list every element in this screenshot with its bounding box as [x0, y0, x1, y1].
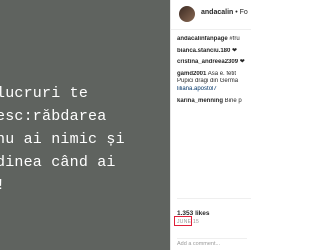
comment-item: Pupici dragi din Germa: [177, 78, 251, 86]
quote-line: lucruri te: [0, 85, 89, 102]
follow-button[interactable]: Fo: [240, 9, 248, 16]
comment-text: Asa e. fetit: [206, 70, 237, 77]
mention-link[interactable]: liliana.apostol7: [177, 86, 217, 92]
quote-line: !: [0, 174, 170, 197]
comments-list: andacalinfanpage #fru bianca.stanciu.180…: [177, 36, 251, 105]
comment-text: Pupici dragi din Germa: [177, 78, 239, 85]
date-highlight-box: [174, 216, 192, 226]
comment-item: cristina_andreea2309 ❤: [177, 59, 251, 67]
comment-username[interactable]: cristina_andreea2309: [177, 59, 238, 65]
quote-line: esc:răbdarea: [0, 108, 107, 125]
comment-text: ❤: [238, 59, 245, 66]
comment-username[interactable]: gamd2001: [177, 71, 206, 77]
quote-line: dinea când ai: [0, 154, 116, 171]
comment-item: liliana.apostol7: [177, 86, 251, 94]
post-image[interactable]: lucruri te esc:răbdarea nu ai nimic și d…: [0, 0, 170, 250]
quote-text: lucruri te esc:răbdarea nu ai nimic și d…: [0, 82, 170, 197]
comment-item: bianca.stanciu.180 ❤: [177, 48, 251, 56]
quote-line: nu ai nimic și: [0, 131, 125, 148]
comment-item: karina_menning Bine p: [177, 98, 251, 106]
header-username-row: andacalin • Fo: [201, 9, 248, 16]
comment-username[interactable]: andacalinfanpage: [177, 36, 228, 42]
comment-username[interactable]: bianca.stanciu.180: [177, 48, 230, 54]
comment-item: gamd2001 Asa e. fetit: [177, 71, 251, 79]
comment-text: Bine p: [223, 97, 242, 104]
username-link[interactable]: andacalin: [201, 9, 233, 16]
comment-text: ❤: [230, 47, 238, 54]
comment-text: #fru: [227, 36, 240, 42]
add-comment-field[interactable]: Add a comment...: [177, 238, 247, 247]
comment-username[interactable]: karina_menning: [177, 98, 223, 104]
comment-item: andacalinfanpage #fru: [177, 36, 251, 44]
avatar[interactable]: [179, 6, 195, 22]
action-bar: [177, 198, 251, 210]
post-side-panel: andacalin • Fo andacalinfanpage #fru bia…: [170, 0, 251, 250]
post-header: andacalin • Fo: [171, 0, 251, 30]
